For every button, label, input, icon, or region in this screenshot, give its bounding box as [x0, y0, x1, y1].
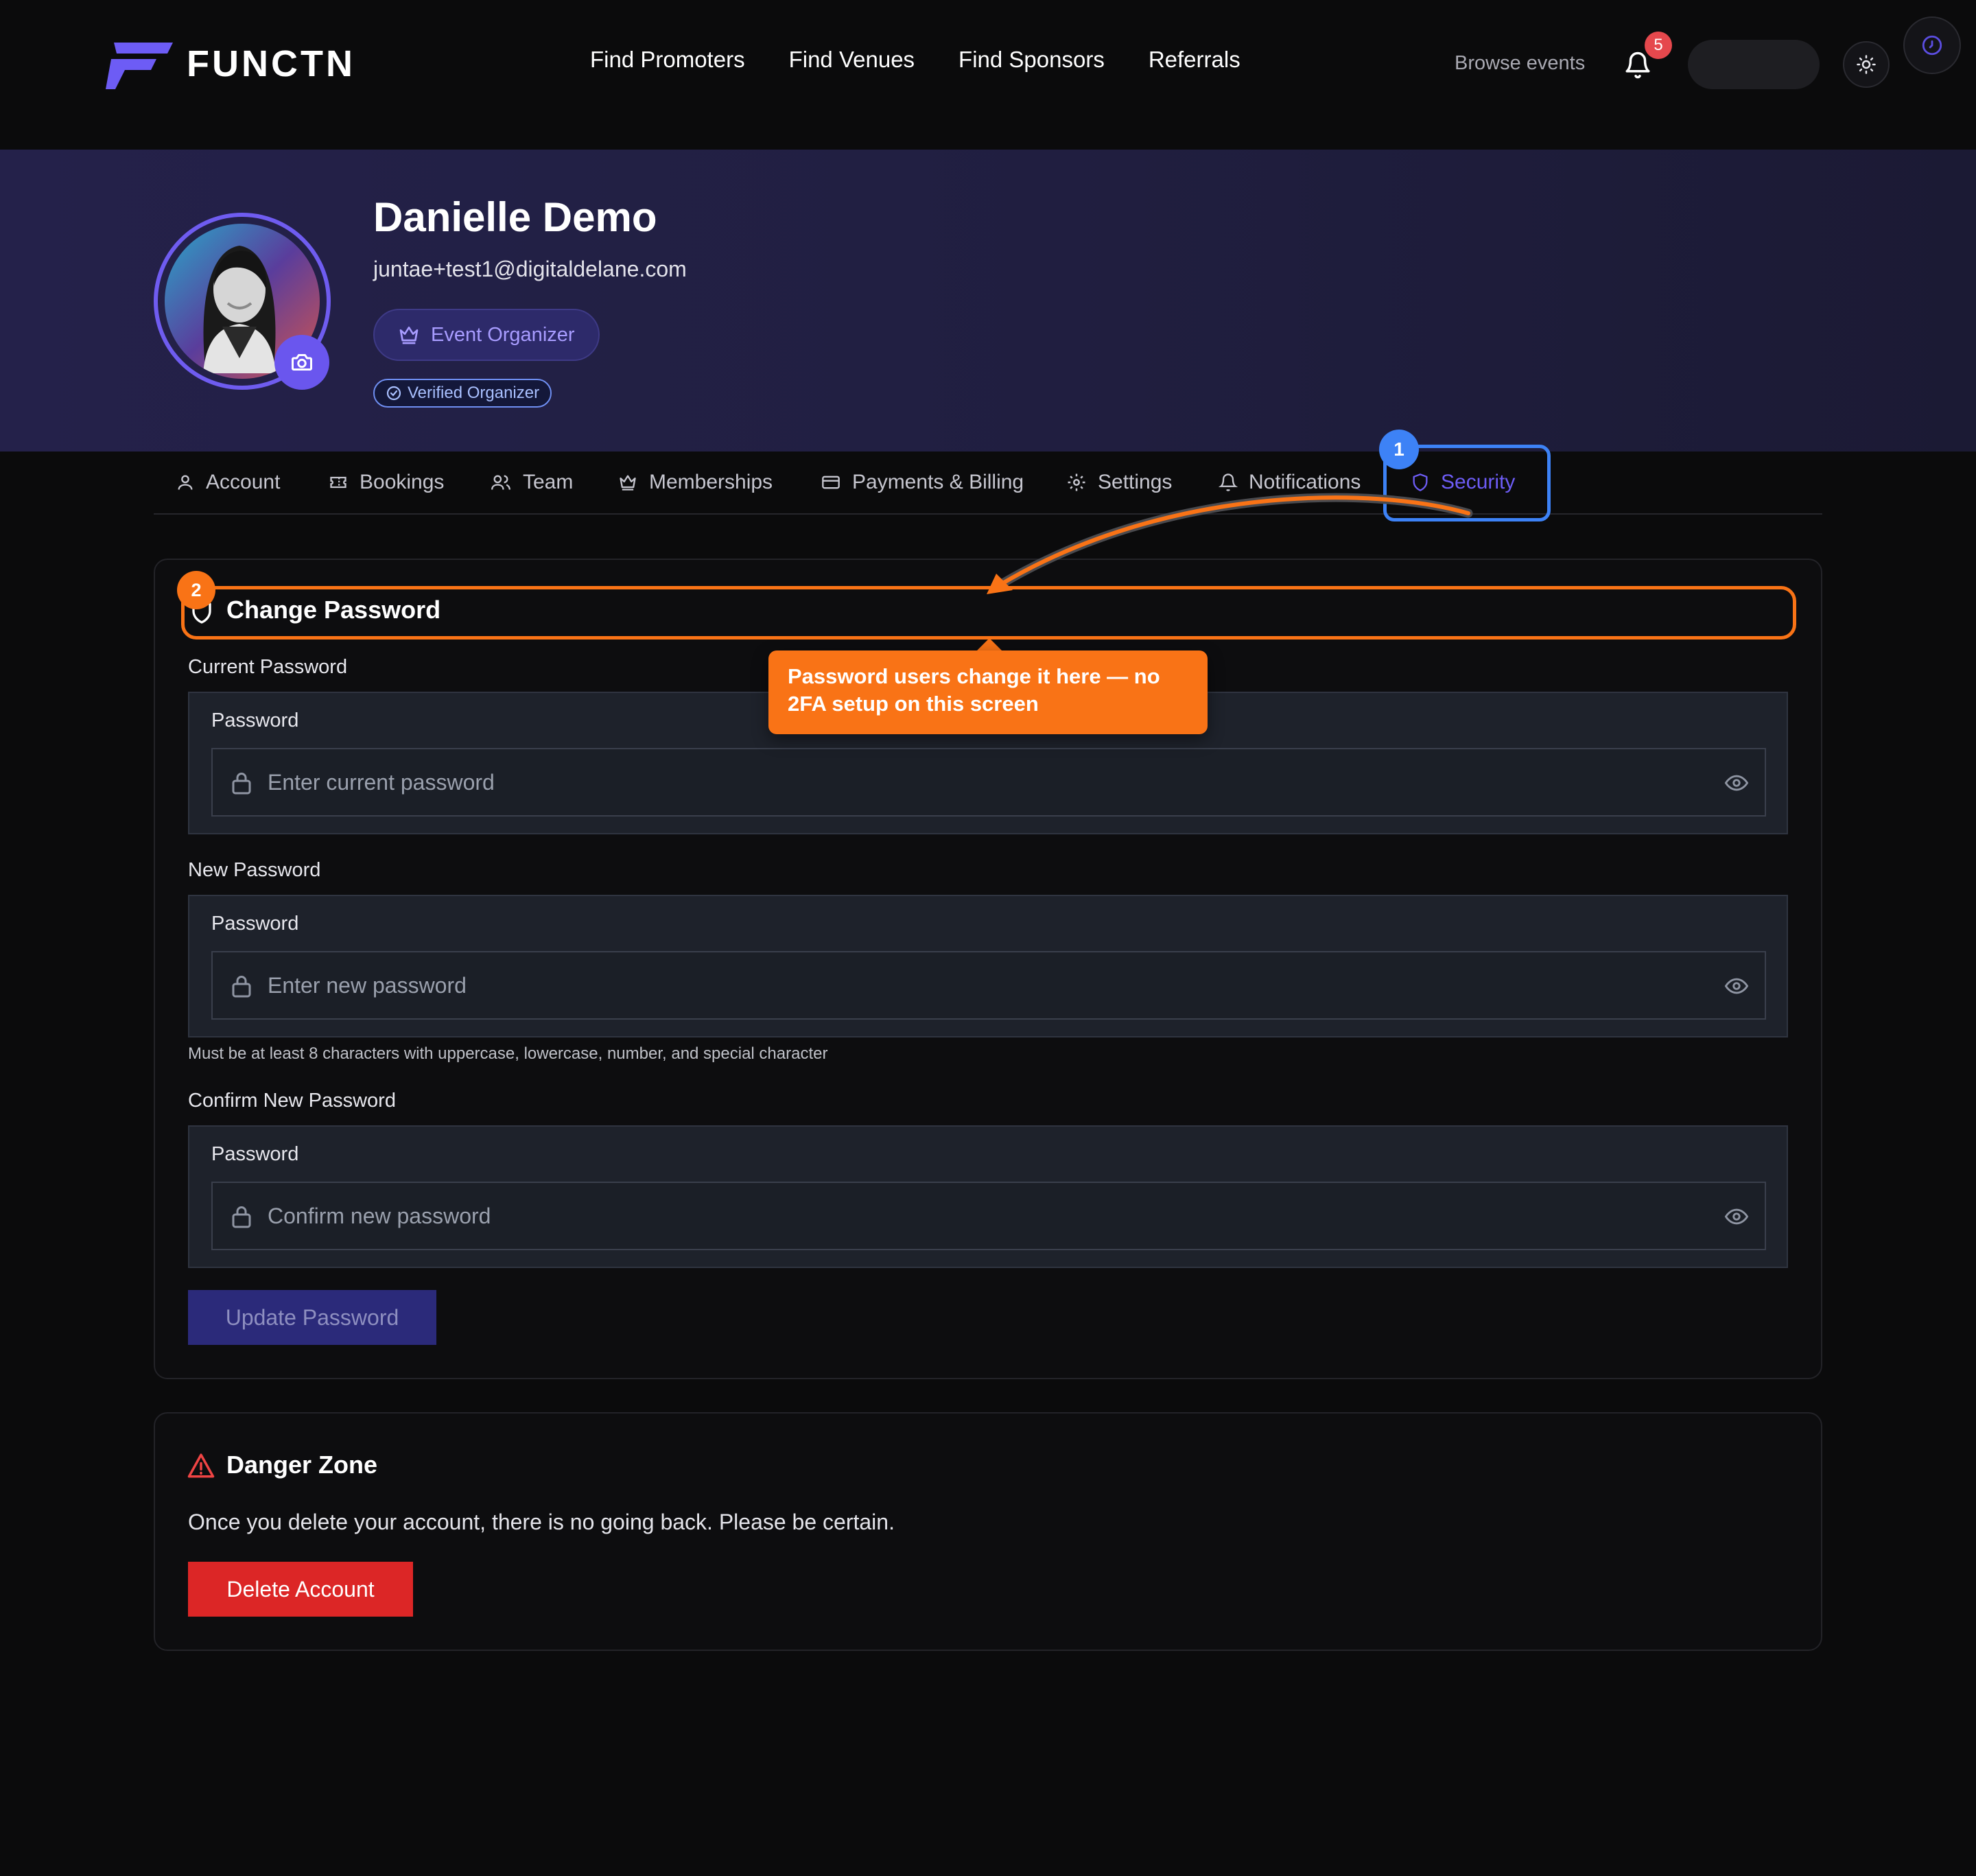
- danger-zone-description: Once you delete your account, there is n…: [188, 1510, 895, 1534]
- clock-button[interactable]: [1903, 16, 1961, 74]
- confirm-password-input[interactable]: Confirm new password: [211, 1182, 1766, 1250]
- tab-bookings-label: Bookings: [360, 471, 445, 493]
- confirm-password-field: Password Confirm new password: [188, 1125, 1788, 1268]
- new-password-label: New Password: [188, 859, 321, 881]
- callout-text: Password users change it here — no 2FA s…: [788, 664, 1160, 716]
- profile-name: Danielle Demo: [373, 194, 657, 240]
- clock-icon: [1922, 35, 1942, 56]
- camera-icon: [292, 354, 312, 371]
- verified-badge-label: Verified Organizer: [408, 384, 540, 402]
- tab-memberships[interactable]: Memberships: [618, 452, 773, 513]
- step-1-marker: 1: [1379, 430, 1419, 469]
- nav-referrals[interactable]: Referrals: [1149, 47, 1240, 73]
- bell-icon: [1219, 473, 1238, 491]
- sun-icon: [1857, 55, 1876, 74]
- check-circle-icon: [386, 386, 401, 401]
- tab-team-label: Team: [523, 471, 574, 493]
- functn-logo-icon: [106, 43, 173, 89]
- theme-toggle-button[interactable]: [1843, 41, 1890, 88]
- tab-notifications[interactable]: Notifications: [1219, 452, 1361, 513]
- role-badge: Event Organizer: [373, 309, 600, 361]
- danger-zone-title: Danger Zone: [226, 1451, 378, 1479]
- change-photo-button[interactable]: [274, 335, 329, 390]
- tab-team[interactable]: Team: [490, 452, 573, 513]
- gear-icon: [1068, 473, 1085, 491]
- eye-icon[interactable]: [1724, 1205, 1750, 1228]
- tab-settings[interactable]: Settings: [1066, 452, 1172, 513]
- brand-name: FUNCTN: [187, 43, 355, 84]
- warning-triangle-icon: [187, 1453, 215, 1478]
- profile-email: juntae+test1@digitaldelane.com: [373, 257, 687, 281]
- callout-pointer: [976, 638, 1003, 652]
- new-password-input[interactable]: Enter new password: [211, 951, 1766, 1020]
- confirm-password-label: Confirm New Password: [188, 1090, 396, 1112]
- new-password-placeholder: Enter new password: [268, 973, 467, 998]
- ticket-icon: [330, 476, 346, 489]
- annotation-callout: Password users change it here — no 2FA s…: [768, 650, 1208, 734]
- update-password-button[interactable]: Update Password: [188, 1290, 436, 1345]
- eye-icon[interactable]: [1724, 771, 1750, 795]
- top-nav: FUNCTN Find Promoters Find Venues Find S…: [0, 0, 1976, 150]
- tab-account-label: Account: [206, 471, 281, 493]
- user-menu-button[interactable]: [1688, 40, 1820, 89]
- user-icon: [178, 475, 193, 490]
- users-icon: [491, 475, 510, 490]
- confirm-password-placeholder: Confirm new password: [268, 1204, 491, 1228]
- notification-count-badge: 5: [1645, 32, 1672, 59]
- eye-icon[interactable]: [1724, 974, 1750, 998]
- crown-icon: [620, 475, 636, 491]
- nav-find-promoters[interactable]: Find Promoters: [590, 47, 745, 73]
- nav-find-venues[interactable]: Find Venues: [789, 47, 915, 73]
- confirm-password-inner-label: Password: [211, 1143, 299, 1165]
- tab-account[interactable]: Account: [176, 452, 280, 513]
- change-password-highlight: [181, 586, 1796, 640]
- lock-icon: [232, 773, 251, 795]
- delete-account-button[interactable]: Delete Account: [188, 1562, 413, 1617]
- tab-payments-billing-label: Payments & Billing: [852, 471, 1024, 493]
- tab-notifications-label: Notifications: [1249, 471, 1361, 493]
- brand-logo[interactable]: FUNCTN: [104, 38, 355, 89]
- credit-card-icon: [822, 476, 840, 489]
- crown-icon: [399, 327, 419, 344]
- tab-settings-label: Settings: [1098, 471, 1173, 493]
- tab-payments-billing[interactable]: Payments & Billing: [821, 452, 1024, 513]
- current-password-label: Current Password: [188, 656, 348, 678]
- tab-bookings[interactable]: Bookings: [328, 452, 444, 513]
- browse-events-link[interactable]: Browse events: [1455, 52, 1585, 75]
- lock-icon: [232, 1206, 251, 1228]
- new-password-inner-label: Password: [211, 913, 299, 935]
- step-2-marker: 2: [177, 571, 215, 609]
- tab-memberships-label: Memberships: [649, 471, 773, 493]
- new-password-field: Password Enter new password: [188, 895, 1788, 1037]
- main-nav: Find Promoters Find Venues Find Sponsors…: [590, 47, 1284, 73]
- current-password-placeholder: Enter current password: [268, 770, 495, 795]
- role-badge-label: Event Organizer: [431, 323, 575, 346]
- lock-icon: [232, 976, 251, 998]
- verified-badge: Verified Organizer: [373, 379, 552, 408]
- nav-find-sponsors[interactable]: Find Sponsors: [958, 47, 1105, 73]
- current-password-inner-label: Password: [211, 710, 299, 731]
- profile-tabs: Account Bookings Team Memberships Paymen…: [154, 452, 1822, 515]
- password-requirements-hint: Must be at least 8 characters with upper…: [188, 1044, 828, 1063]
- current-password-input[interactable]: Enter current password: [211, 748, 1766, 817]
